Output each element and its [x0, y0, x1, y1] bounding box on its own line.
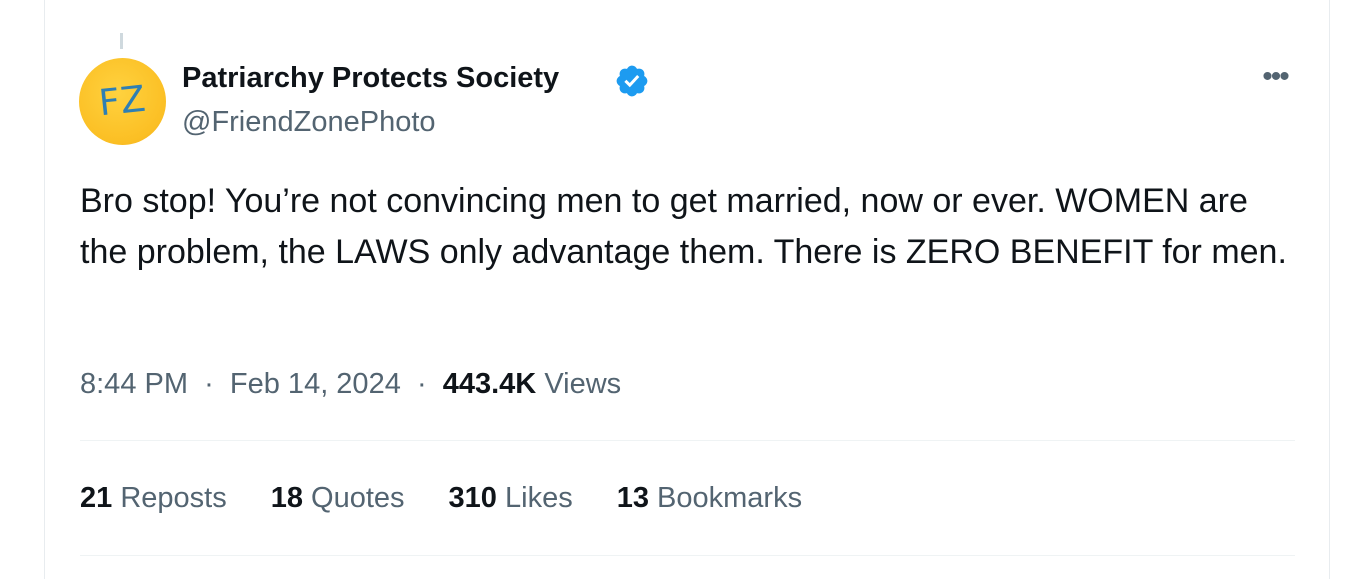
views-label: Views: [544, 368, 622, 400]
more-icon[interactable]: •••: [1255, 62, 1295, 98]
quotes-stat[interactable]: 18 Quotes: [271, 478, 405, 518]
likes-label: Likes: [505, 482, 573, 514]
views-count: 443.4K: [442, 368, 537, 400]
display-name[interactable]: Patriarchy Protects Society: [182, 60, 559, 96]
bookmarks-stat[interactable]: 13 Bookmarks: [617, 478, 802, 518]
tweet-time[interactable]: 8:44 PM: [80, 368, 188, 400]
thread-line: [120, 33, 123, 49]
separator: ·: [408, 368, 435, 400]
likes-count: 310: [448, 482, 497, 514]
separator: ·: [196, 368, 222, 400]
bookmarks-label: Bookmarks: [657, 482, 803, 514]
bookmarks-count: 13: [616, 482, 649, 514]
verified-badge-icon[interactable]: [614, 63, 650, 99]
tweet-meta: 8:44 PM · Feb 14, 2024 · 443.4K Views: [80, 364, 621, 404]
avatar[interactable]: FZ: [79, 58, 166, 145]
divider: [80, 555, 1295, 556]
likes-stat[interactable]: 310 Likes: [449, 478, 573, 518]
quotes-label: Quotes: [311, 482, 405, 514]
handle[interactable]: @FriendZonePhoto: [182, 104, 436, 140]
quotes-count: 18: [270, 482, 303, 514]
tweet-text: Bro stop! You’re not convincing men to g…: [80, 182, 1287, 271]
engagement-stats: 21 Reposts 18 Quotes 310 Likes 13 Bookma…: [80, 478, 802, 518]
reposts-label: Reposts: [120, 482, 227, 514]
tweet-date[interactable]: Feb 14, 2024: [230, 368, 401, 400]
avatar-initials: FZ: [96, 78, 149, 125]
divider: [80, 440, 1295, 441]
reposts-stat[interactable]: 21 Reposts: [80, 478, 227, 518]
reposts-count: 21: [80, 482, 113, 514]
